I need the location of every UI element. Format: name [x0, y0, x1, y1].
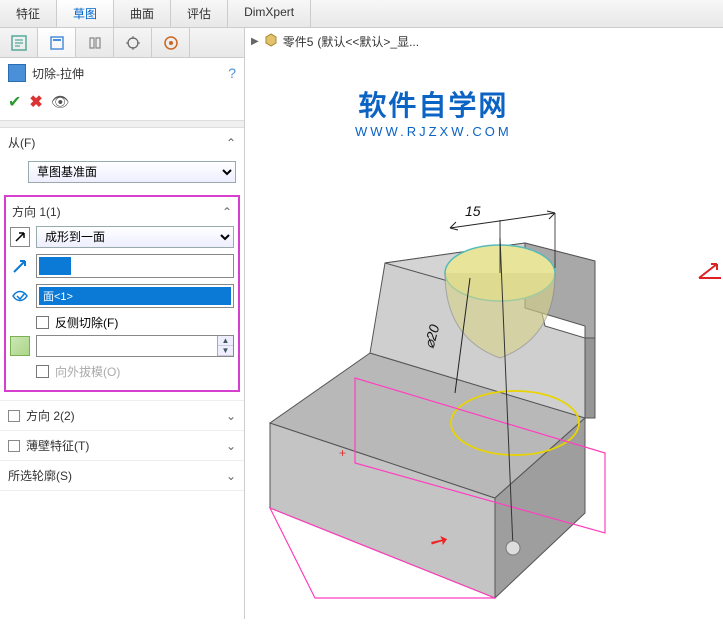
- manager-tabs: [0, 28, 244, 58]
- draft-outward-label: 向外拔模(O): [55, 363, 120, 380]
- chevron-up-icon: ⌃: [222, 205, 232, 219]
- property-panel: 切除-拉伸 ? ✔ ✖ 👁 从(F) ⌃ 草图基准面 方向 1(1) ⌃: [0, 28, 245, 619]
- ribbon-tab-sketch[interactable]: 草图: [57, 0, 114, 27]
- from-body: 草图基准面: [0, 157, 244, 191]
- property-manager-tab[interactable]: [38, 28, 76, 57]
- expand-icon: [8, 410, 20, 422]
- divider: [0, 120, 244, 128]
- chevron-down-icon: ⌄: [226, 439, 236, 453]
- thin-feature-section[interactable]: 薄壁特征(T) ⌄: [0, 430, 244, 460]
- feature-title-row: 切除-拉伸 ?: [0, 58, 244, 88]
- feature-manager-tab[interactable]: [0, 28, 38, 57]
- watermark-title: 软件自学网: [355, 84, 512, 124]
- draft-row: ▲ ▼: [10, 335, 234, 357]
- chevron-up-icon: ⌃: [226, 136, 236, 150]
- watermark-url: WWW.RJZXW.COM: [355, 124, 512, 139]
- ribbon-tab-dimxpert[interactable]: DimXpert: [228, 0, 311, 27]
- draft-icon[interactable]: [10, 336, 30, 356]
- triad-red[interactable]: [695, 258, 723, 287]
- reverse-direction-icon[interactable]: [10, 227, 30, 247]
- display-manager-tab[interactable]: [152, 28, 190, 57]
- ribbon-tab-features[interactable]: 特征: [0, 0, 57, 27]
- ok-button[interactable]: ✔: [8, 92, 21, 112]
- breadcrumb-arrow-icon: ▶: [251, 36, 259, 47]
- help-icon[interactable]: ?: [228, 65, 236, 81]
- expand-icon: [8, 440, 20, 452]
- face-selection-row: 面<1>: [10, 284, 234, 308]
- breadcrumb: ▶ 零件5 (默认<<默认>_显...: [251, 32, 419, 51]
- direction1-section: 方向 1(1) ⌃ 成形到一面: [4, 195, 240, 392]
- chevron-down-icon: ⌄: [226, 469, 236, 483]
- reverse-cut-row: 反侧切除(F): [10, 314, 234, 331]
- from-section-head[interactable]: 从(F) ⌃: [0, 128, 244, 157]
- end-condition-row: 成形到一面: [10, 226, 234, 248]
- direction2-label: 方向 2(2): [26, 407, 226, 424]
- direction-vector-value: [39, 257, 71, 275]
- ribbon-tab-evaluate[interactable]: 评估: [171, 0, 228, 27]
- dimxpert-manager-tab[interactable]: [114, 28, 152, 57]
- watermark: 软件自学网 WWW.RJZXW.COM: [355, 84, 512, 139]
- draft-angle-field[interactable]: ▲ ▼: [36, 335, 234, 357]
- graphics-viewport[interactable]: ▶ 零件5 (默认<<默认>_显... 软件自学网 WWW.RJZXW.COM: [245, 28, 723, 619]
- contours-section[interactable]: 所选轮廓(S) ⌄: [0, 460, 244, 491]
- spin-down-icon[interactable]: ▼: [218, 346, 233, 356]
- model-3d: 15 ⌀20 ➚ +: [255, 198, 723, 618]
- ribbon: 特征 草图 曲面 评估 DimXpert: [0, 0, 723, 28]
- cancel-button[interactable]: ✖: [29, 92, 42, 112]
- preview-toggle-icon[interactable]: 👁: [51, 93, 70, 111]
- ribbon-tab-surfaces[interactable]: 曲面: [114, 0, 171, 27]
- face-selection-field[interactable]: 面<1>: [36, 284, 234, 308]
- breadcrumb-state: (默认<<默认>_显...: [317, 33, 419, 50]
- spinner-buttons[interactable]: ▲ ▼: [217, 336, 233, 356]
- face-selection-value: 面<1>: [39, 287, 231, 305]
- config-manager-tab[interactable]: [76, 28, 114, 57]
- feature-name: 切除-拉伸: [32, 65, 228, 82]
- direction1-head[interactable]: 方向 1(1) ⌃: [10, 203, 234, 226]
- dimension-15[interactable]: 15: [465, 203, 481, 219]
- thin-feature-label: 薄壁特征(T): [26, 437, 226, 454]
- origin-icon: +: [339, 446, 346, 460]
- reverse-cut-checkbox[interactable]: [36, 316, 49, 329]
- direction-arrow-icon: [10, 256, 30, 276]
- part-icon: [263, 32, 279, 51]
- action-row: ✔ ✖ 👁: [0, 88, 244, 120]
- from-label: 从(F): [8, 134, 226, 151]
- from-select[interactable]: 草图基准面: [28, 161, 236, 183]
- end-condition-select[interactable]: 成形到一面: [36, 226, 234, 248]
- direction-vector-field[interactable]: [36, 254, 234, 278]
- direction2-section[interactable]: 方向 2(2) ⌄: [0, 400, 244, 430]
- cut-extrude-icon: [8, 64, 26, 82]
- draft-outward-row: 向外拔模(O): [10, 363, 234, 380]
- draft-outward-checkbox[interactable]: [36, 365, 49, 378]
- contours-label: 所选轮廓(S): [8, 467, 226, 484]
- face-selection-icon: [10, 286, 30, 306]
- spin-up-icon[interactable]: ▲: [218, 336, 233, 346]
- direction-vector-row: [10, 254, 234, 278]
- chevron-down-icon: ⌄: [226, 409, 236, 423]
- direction1-label: 方向 1(1): [12, 203, 222, 220]
- breadcrumb-part[interactable]: 零件5: [283, 33, 314, 50]
- reverse-cut-label: 反侧切除(F): [55, 314, 118, 331]
